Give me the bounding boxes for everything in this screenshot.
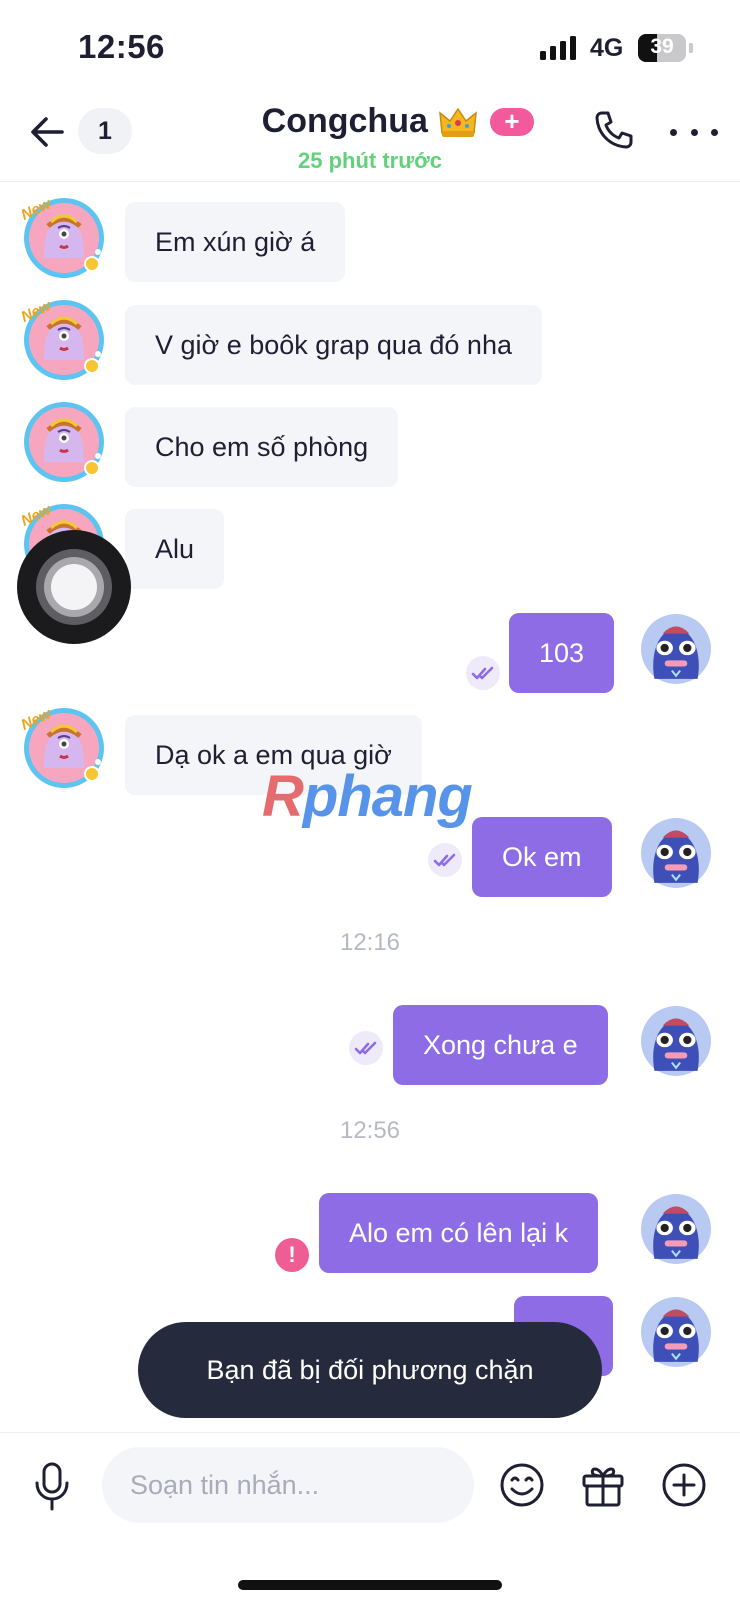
outgoing-message[interactable]: Xong chưa e [393,1005,608,1085]
gift-button[interactable] [580,1461,626,1509]
voice-message-button[interactable] [32,1461,72,1513]
watermark-rest: phang [302,764,473,829]
crown-icon [439,107,478,137]
read-receipt-icon [349,1031,383,1065]
emoji-icon [500,1463,544,1507]
more-options-button[interactable] [670,110,718,154]
network-type: 4G [590,34,624,62]
incoming-message[interactable]: V giờ e boôk grap qua đó nha [125,305,542,385]
new-badge-icon: New [19,705,55,730]
battery-percent: 39 [650,35,674,58]
double-check-icon [428,843,462,877]
cellular-signal-icon [540,36,576,60]
emoji-button[interactable] [498,1461,546,1509]
my-avatar[interactable] [640,817,712,889]
call-button[interactable] [592,108,636,152]
svg-text:New: New [19,501,55,526]
double-check-icon [466,656,500,690]
my-avatar[interactable] [640,1005,712,1077]
my-avatar[interactable] [640,1193,712,1265]
incoming-message[interactable]: Alu [125,509,225,589]
avatar-image [640,613,712,685]
assistive-touch-ring [51,564,97,610]
plus-circle-icon [662,1463,706,1507]
message-composer [0,1432,740,1600]
avatar-image [22,400,106,484]
contact-avatar[interactable]: New [19,297,106,382]
status-bar: 12:56 4G 39 [0,0,740,96]
battery-tip [689,43,693,53]
new-badge-icon: New [19,501,55,526]
read-receipt-icon [428,843,462,877]
more-dot [711,128,718,136]
incoming-message[interactable]: Cho em số phòng [125,407,399,487]
battery-icon: 39 [638,34,686,62]
phone-icon [595,111,633,149]
contact-avatar[interactable] [22,400,106,484]
avatar-image [640,1193,712,1265]
outgoing-message[interactable]: Alo em có lên lại k [319,1193,599,1273]
svg-text:New: New [19,195,55,220]
double-check-icon [349,1031,383,1065]
home-indicator[interactable] [238,1580,502,1590]
new-badge-icon: New [19,195,55,220]
more-horizontal-icon [670,128,677,136]
contact-avatar[interactable]: New [19,195,106,280]
contact-name[interactable]: Congchua [262,102,428,141]
microphone-icon [35,1462,69,1511]
more-actions-button[interactable] [661,1461,707,1509]
blocked-toast: Bạn đã bị đối phương chặn [138,1322,602,1418]
avatar-image [640,817,712,889]
message-input[interactable] [102,1447,474,1523]
message-list[interactable]: New Em xún giờ á New V giờ e boôk grap q… [0,183,740,1431]
outgoing-message[interactable]: 103 [509,613,615,693]
assistive-touch-button[interactable] [17,530,131,644]
incoming-message[interactable]: Em xún giờ á [125,202,346,282]
more-dot [690,128,698,136]
avatar-image [640,1005,712,1077]
chat-header: 1 Congchua + 25 phút trước [0,96,740,182]
time-separator: 12:16 [339,929,401,956]
my-avatar[interactable] [640,1296,712,1368]
add-friend-button[interactable]: + [490,108,534,136]
read-receipt-icon [466,656,500,690]
watermark-logo: Rphang [262,763,473,830]
svg-text:New: New [19,297,55,322]
status-time: 12:56 [78,28,165,65]
contact-avatar[interactable]: New [19,705,106,790]
outgoing-message[interactable]: Ok em [472,817,612,897]
avatar-image [640,1296,712,1368]
send-failed-icon[interactable]: ! [275,1238,309,1272]
new-badge-icon: New [19,297,55,322]
svg-text:New: New [19,705,55,730]
my-avatar[interactable] [640,613,712,685]
watermark-first: R [262,764,304,829]
time-separator: 12:56 [339,1117,401,1144]
gift-icon [582,1467,624,1507]
